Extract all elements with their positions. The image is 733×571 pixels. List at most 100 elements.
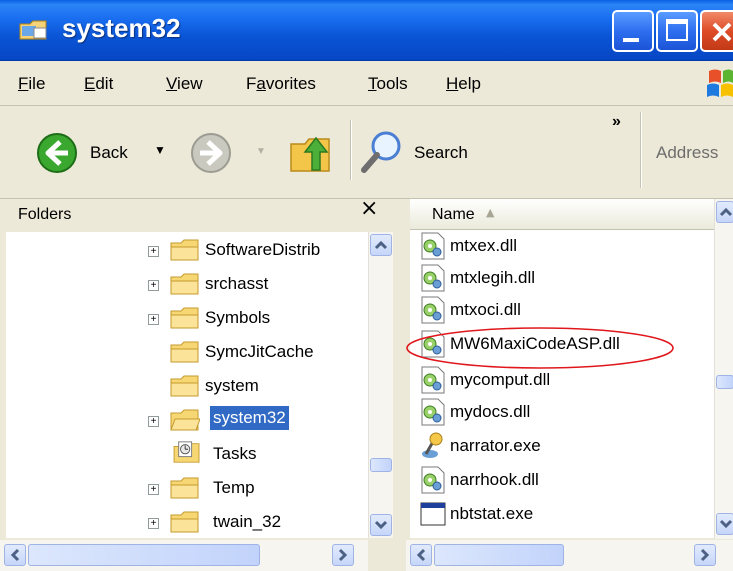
minimize-button[interactable] [612, 10, 654, 52]
tree-item-label: Tasks [213, 444, 257, 463]
folder-title-icon [19, 20, 47, 40]
scroll-thumb[interactable] [370, 458, 392, 472]
folder-icon [170, 341, 199, 363]
tree-item-srchasst[interactable]: + srchasst [6, 268, 368, 302]
dll-icon [421, 264, 445, 292]
chevron-up-icon [374, 240, 388, 250]
tree-item-symcjitcache[interactable]: SymcJitCache [6, 336, 368, 370]
chevron-right-icon [700, 548, 710, 562]
folder-tree-vertical-scrollbar[interactable] [368, 232, 393, 538]
forward-arrow-icon[interactable] [190, 132, 232, 174]
expand-toggle[interactable]: + [148, 484, 159, 495]
menu-favorites-prefix: F [246, 74, 257, 93]
dll-icon [421, 466, 445, 494]
menu-favorites[interactable]: Favorites [246, 74, 316, 94]
folder-tree-horizontal-scrollbar[interactable] [0, 540, 368, 571]
tree-item-softwaredistrib[interactable]: + SoftwareDistrib [6, 234, 368, 268]
folder-icon [170, 511, 199, 533]
menu-view[interactable]: View [166, 74, 203, 94]
folder-icon [170, 477, 199, 499]
file-list-horizontal-scrollbar[interactable] [406, 540, 733, 571]
column-header-name[interactable]: Name [432, 206, 475, 224]
tree-item-twain-32[interactable]: + twain_32 [6, 506, 368, 538]
tasks-folder-icon [173, 441, 200, 463]
expand-toggle[interactable]: + [148, 280, 159, 291]
file-list[interactable]: mtxex.dll mtxlegih.dll mtxoci.dll MW6Max… [410, 230, 714, 538]
menu-edit-label: dit [95, 74, 114, 93]
close-icon [712, 22, 732, 42]
folder-up-icon[interactable] [288, 130, 334, 176]
menu-help[interactable]: Help [446, 74, 481, 94]
folder-icon [170, 239, 199, 261]
maximize-button[interactable] [656, 10, 698, 52]
tree-item-system[interactable]: system [6, 370, 368, 404]
dll-icon [421, 398, 445, 426]
scroll-right-button[interactable] [694, 544, 716, 566]
scroll-down-button[interactable] [716, 513, 733, 535]
windows-logo-icon [707, 69, 733, 97]
expand-toggle[interactable]: + [148, 314, 159, 325]
tree-item-temp[interactable]: + Temp [6, 472, 368, 506]
menu-help-mnemonic: H [446, 74, 459, 93]
close-button[interactable] [700, 10, 733, 52]
scroll-thumb[interactable] [28, 544, 260, 566]
file-item-label: MW6MaxiCodeASP.dll [450, 334, 620, 353]
toolbar-separator [350, 120, 352, 180]
toolbar-separator-address [640, 112, 642, 188]
tree-item-tasks[interactable]: Tasks [6, 438, 368, 472]
chevron-right-icon [338, 548, 348, 562]
title-bar[interactable]: system32 [0, 0, 733, 61]
search-icon[interactable] [358, 126, 408, 176]
scroll-thumb[interactable] [716, 375, 733, 389]
menu-view-label: iew [177, 74, 203, 93]
file-item-label: mtxoci.dll [450, 300, 521, 319]
chevron-down-icon [719, 519, 733, 529]
scroll-left-button[interactable] [410, 544, 432, 566]
expand-toggle[interactable]: + [148, 416, 159, 427]
tree-item-label: twain_32 [213, 512, 282, 531]
toolbar-overflow-chevron[interactable]: » [612, 113, 621, 131]
scroll-up-button[interactable] [370, 234, 392, 256]
folder-icon [170, 273, 199, 295]
menu-view-mnemonic: V [166, 74, 178, 93]
scroll-down-button[interactable] [370, 514, 392, 536]
dll-icon [421, 366, 445, 394]
file-item-label: mycomput.dll [450, 370, 551, 389]
address-bar-label[interactable]: Address [656, 143, 718, 163]
menu-bar: File Edit View Favorites Tools Help [0, 61, 733, 106]
forward-history-dropdown[interactable]: ▼ [256, 146, 266, 157]
file-item-label: narrator.exe [450, 436, 541, 455]
back-arrow-icon[interactable] [36, 132, 78, 174]
tree-item-system32[interactable]: + system32 [6, 404, 368, 438]
dll-icon [421, 232, 445, 260]
open-folder-icon [170, 409, 200, 431]
expand-toggle[interactable]: + [148, 246, 159, 257]
file-list-vertical-scrollbar[interactable] [714, 199, 733, 539]
folder-tree[interactable]: + SoftwareDistrib + srchasst + Symbols S… [6, 232, 368, 538]
folder-icon [170, 375, 199, 397]
sort-ascending-icon: ▲ [486, 206, 495, 219]
expand-toggle[interactable]: + [148, 518, 159, 529]
tree-item-label: system [205, 376, 259, 395]
menu-help-label: elp [458, 74, 481, 93]
search-button-label[interactable]: Search [414, 143, 468, 163]
console-exe-icon [420, 502, 446, 526]
tree-item-symbols[interactable]: + Symbols [6, 302, 368, 336]
back-button-label[interactable]: Back [90, 143, 128, 163]
menu-tools[interactable]: Tools [368, 74, 408, 94]
scroll-right-button[interactable] [332, 544, 354, 566]
pane-splitter[interactable] [396, 199, 406, 571]
menu-file-label: ile [28, 74, 46, 93]
menu-tools-label: ools [376, 74, 408, 93]
scroll-left-button[interactable] [4, 544, 26, 566]
folders-pane-close-icon[interactable]: × [360, 196, 378, 221]
chevron-left-icon [10, 548, 20, 562]
menu-file-mnemonic: F [18, 74, 29, 93]
scroll-thumb[interactable] [434, 544, 564, 566]
menu-edit[interactable]: Edit [84, 74, 113, 94]
file-item-label: mydocs.dll [450, 402, 531, 421]
menu-file[interactable]: File [18, 74, 45, 94]
back-history-dropdown[interactable]: ▼ [154, 143, 166, 157]
scroll-up-button[interactable] [716, 201, 733, 223]
maximize-icon [666, 19, 688, 41]
